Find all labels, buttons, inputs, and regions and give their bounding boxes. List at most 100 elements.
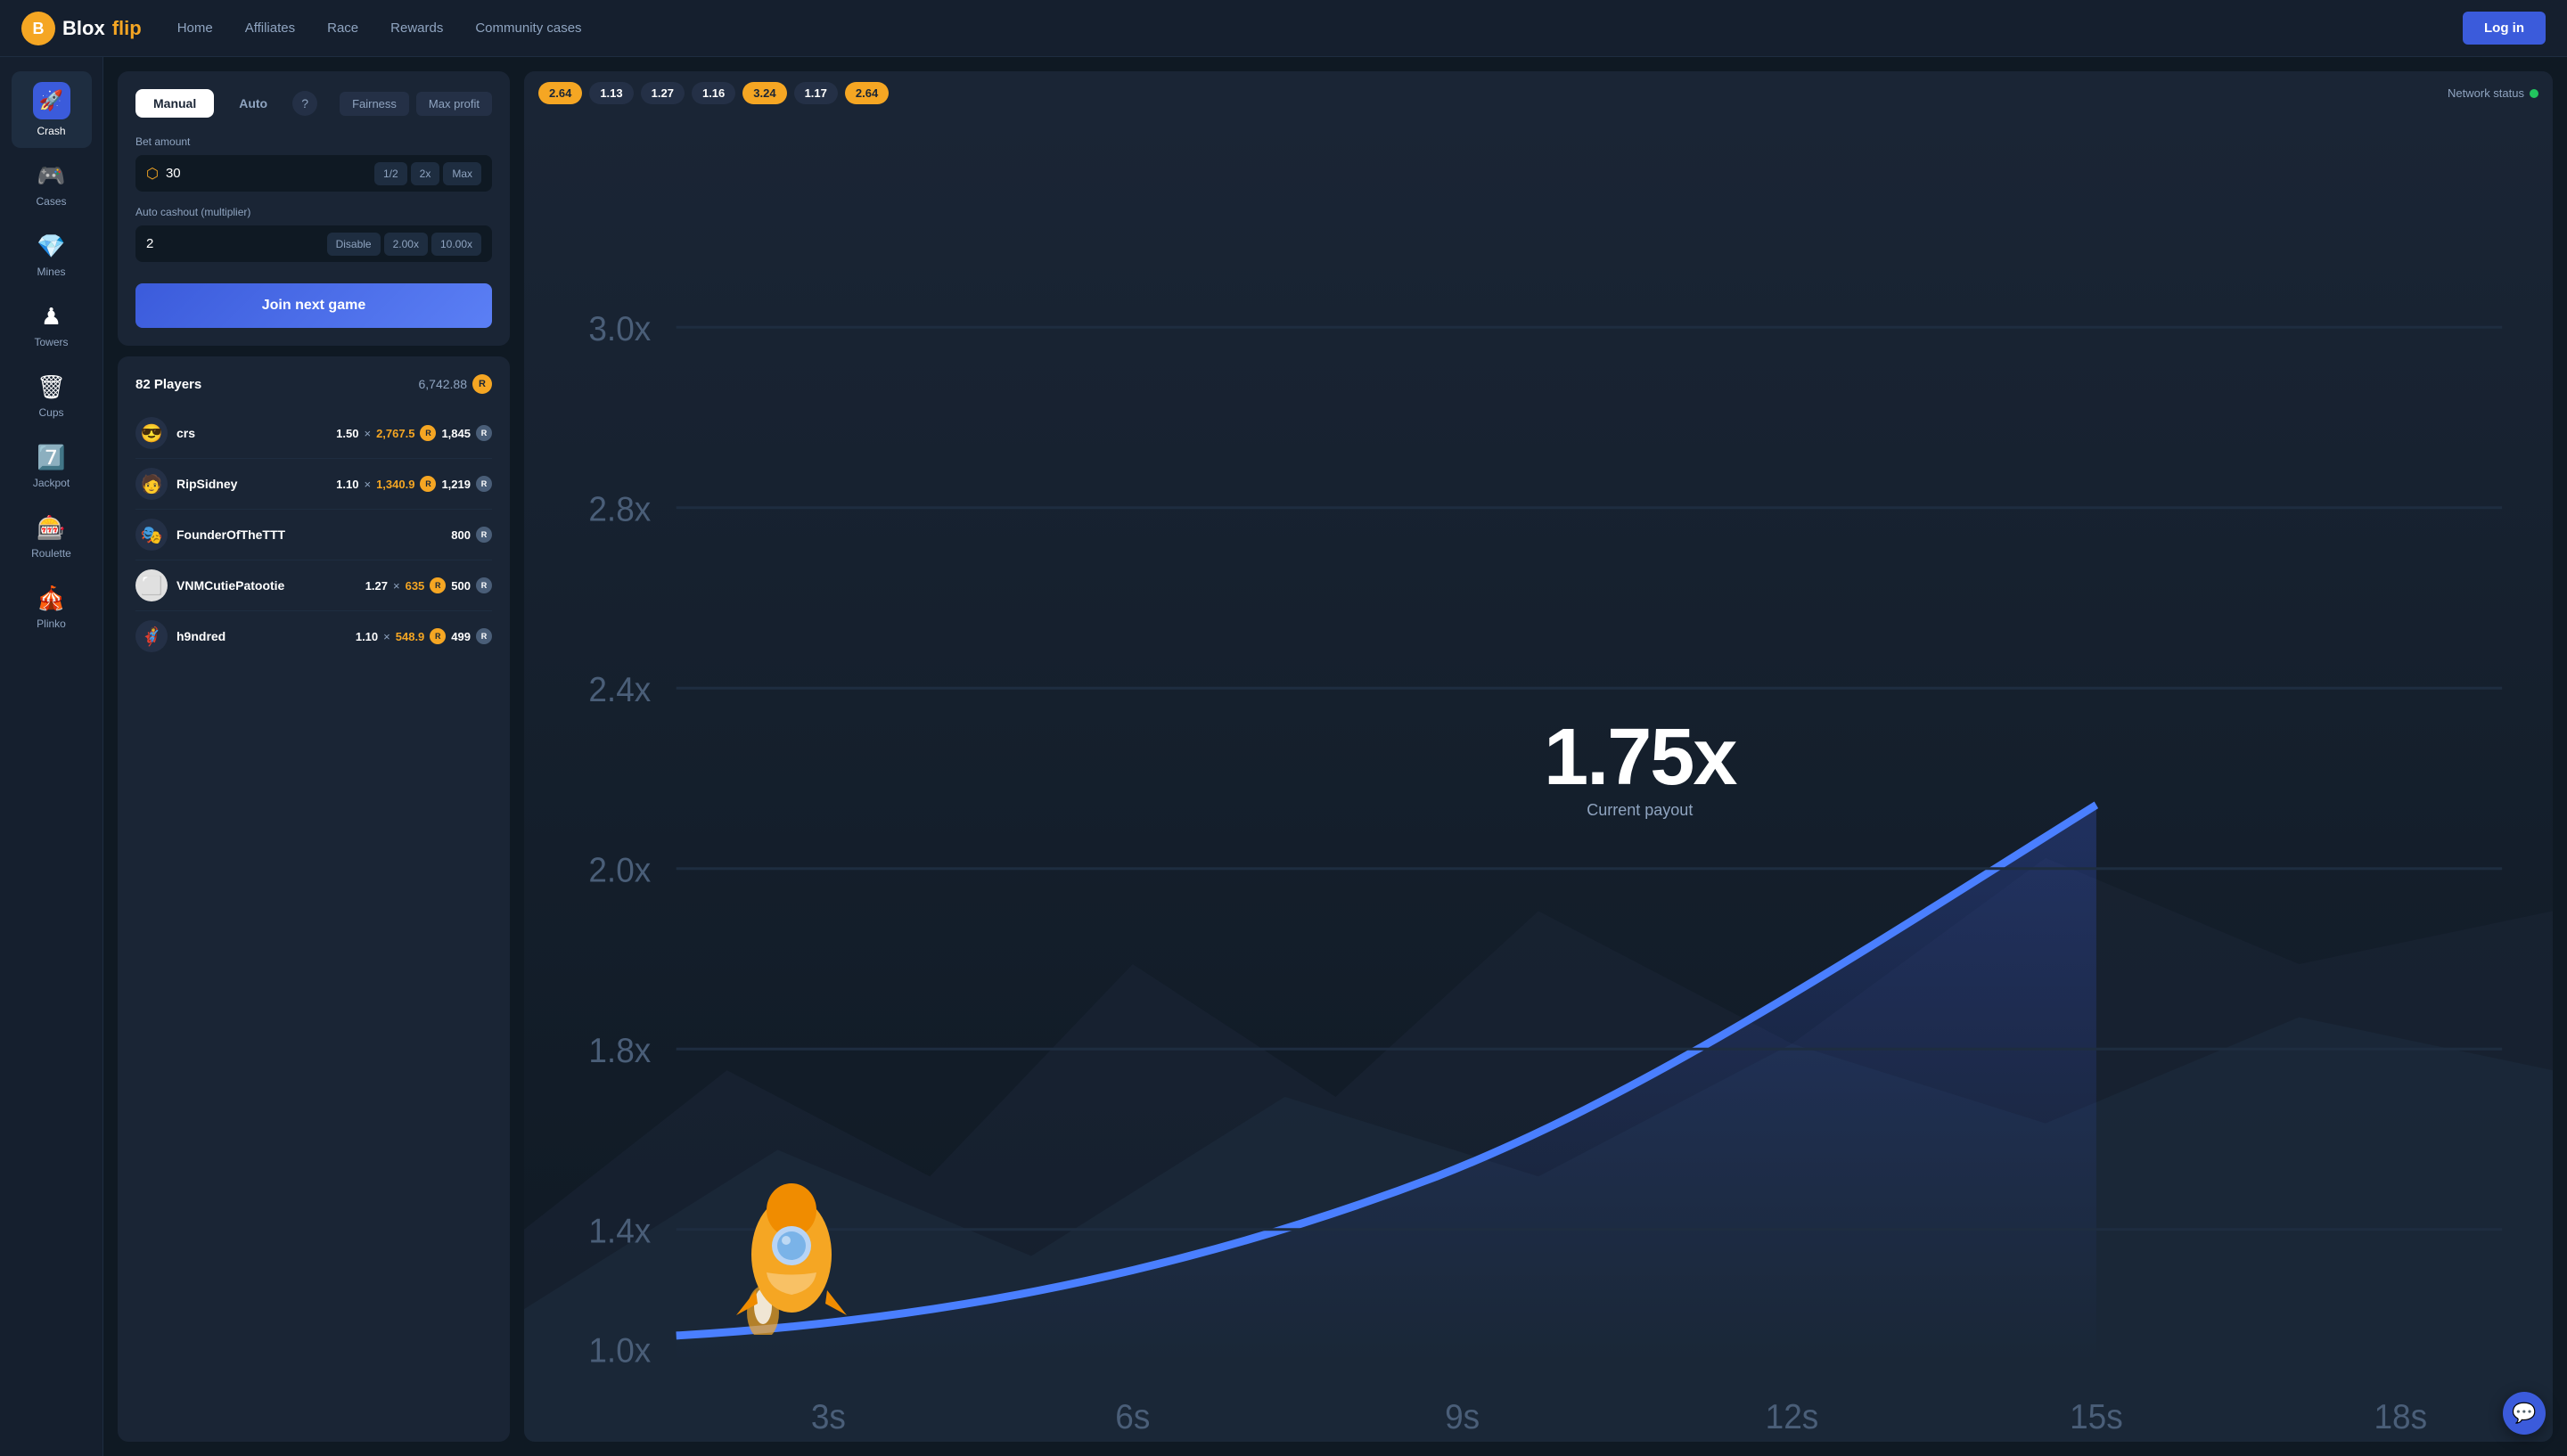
player-row-4: 🦸 h9ndred 1.10 × 548.9 R 499 R	[135, 611, 492, 661]
sidebar-item-crash[interactable]: 🚀 Crash	[12, 71, 92, 148]
rocket-wrap	[702, 1174, 863, 1335]
cases-icon: 🎮	[37, 162, 65, 190]
player-bet-2: 800	[451, 528, 471, 542]
double-btn[interactable]: 2x	[411, 162, 440, 185]
robux-bet-1: R	[476, 476, 492, 492]
payout-value: 1.75x	[1544, 717, 1735, 798]
player-bet-1: 1,219	[441, 478, 471, 491]
bet-amount-actions: 1/2 2x Max	[374, 162, 481, 185]
player-avatar-3: ⬜	[135, 569, 168, 601]
sidebar-item-roulette[interactable]: 🎰 Roulette	[12, 503, 92, 570]
hist-badge-6: 2.64	[845, 82, 889, 104]
game-panel: 2.64 1.13 1.27 1.16 3.24 1.17 2.64 Netwo…	[524, 71, 2553, 1442]
robux-icon-total: R	[472, 374, 492, 394]
sidebar-label-towers: Towers	[34, 336, 68, 348]
nav-rewards[interactable]: Rewards	[390, 20, 443, 36]
player-bet-4: 499	[451, 630, 471, 643]
robux-bet-2: R	[476, 527, 492, 543]
tab-auto[interactable]: Auto	[221, 89, 285, 118]
svg-text:B: B	[33, 20, 45, 37]
player-avatar-4: 🦸	[135, 620, 168, 652]
sidebar-label-roulette: Roulette	[31, 547, 71, 560]
logo-flip: flip	[112, 17, 142, 40]
sidebar-item-plinko[interactable]: 🎪 Plinko	[12, 574, 92, 641]
hist-badge-5: 1.17	[794, 82, 838, 104]
robux-cashout-4: R	[430, 628, 446, 644]
player-name-0: crs	[176, 426, 327, 440]
svg-text:1.0x: 1.0x	[588, 1332, 651, 1370]
plinko-icon: 🎪	[37, 585, 65, 612]
nav-affiliates[interactable]: Affiliates	[245, 20, 295, 36]
sidebar-label-crash: Crash	[37, 125, 65, 137]
nav-race[interactable]: Race	[327, 20, 358, 36]
crash-icon: 🚀	[33, 82, 70, 119]
logo[interactable]: B Blox flip	[21, 12, 142, 45]
autocashout-input[interactable]	[146, 225, 327, 262]
logo-blox: Blox	[62, 17, 105, 40]
nav-links: Home Affiliates Race Rewards Community c…	[177, 20, 2427, 36]
player-cashout-4: 548.9	[396, 630, 425, 643]
robux-icon-bet: ⬡	[146, 165, 159, 183]
cashout-2x-btn[interactable]: 2.00x	[384, 233, 428, 256]
robux-cashout-0: R	[420, 425, 436, 441]
cashout-10x-btn[interactable]: 10.00x	[431, 233, 481, 256]
disable-btn[interactable]: Disable	[327, 233, 381, 256]
robux-cashout-1: R	[420, 476, 436, 492]
player-avatar-2: 🎭	[135, 519, 168, 551]
player-stats-1: 1.10 × 1,340.9 R 1,219 R	[336, 476, 492, 492]
player-bet-0: 1,845	[441, 427, 471, 440]
max-btn[interactable]: Max	[443, 162, 481, 185]
autocashout-actions: Disable 2.00x 10.00x	[327, 233, 481, 256]
robux-bet-4: R	[476, 628, 492, 644]
svg-text:6s: 6s	[1115, 1398, 1150, 1436]
bet-amount-input[interactable]	[166, 155, 374, 192]
svg-text:3s: 3s	[811, 1398, 846, 1436]
player-multiplier-1: 1.10	[336, 478, 358, 491]
bet-tabs: Manual Auto ? Fairness Max profit	[135, 89, 492, 118]
svg-text:18s: 18s	[2374, 1398, 2427, 1436]
jackpot-icon: 7️⃣	[37, 444, 65, 471]
roulette-icon: 🎰	[37, 514, 65, 542]
login-button[interactable]: Log in	[2463, 12, 2546, 45]
hist-badge-3: 1.16	[692, 82, 735, 104]
tab-manual[interactable]: Manual	[135, 89, 214, 118]
sidebar-item-cups[interactable]: 🗑 Cups	[12, 363, 92, 429]
fairness-button[interactable]: Fairness	[340, 92, 409, 116]
player-stats-0: 1.50 × 2,767.5 R 1,845 R	[336, 425, 492, 441]
network-status-label: Network status	[2448, 86, 2524, 100]
sidebar-label-cases: Cases	[36, 195, 66, 208]
robux-bet-0: R	[476, 425, 492, 441]
hist-badge-0: 2.64	[538, 82, 582, 104]
join-next-game-button[interactable]: Join next game	[135, 283, 492, 328]
sidebar-item-jackpot[interactable]: 7️⃣ Jackpot	[12, 433, 92, 500]
navbar: B Blox flip Home Affiliates Race Rewards …	[0, 0, 2567, 57]
players-header: 82 Players 6,742.88 R	[135, 374, 492, 394]
autocashout-input-row: Disable 2.00x 10.00x	[135, 225, 492, 262]
svg-text:1.4x: 1.4x	[588, 1213, 651, 1251]
content-area: Manual Auto ? Fairness Max profit Bet am…	[103, 57, 2567, 1456]
player-cashout-0: 2,767.5	[376, 427, 414, 440]
robux-bet-3: R	[476, 577, 492, 593]
player-bet-3: 500	[451, 579, 471, 593]
player-name-1: RipSidney	[176, 477, 327, 491]
extra-buttons: Fairness Max profit	[340, 92, 492, 116]
players-count: 82 Players	[135, 377, 201, 392]
payout-display: 1.75x Current payout	[1544, 717, 1735, 820]
nav-home[interactable]: Home	[177, 20, 213, 36]
players-panel: 82 Players 6,742.88 R 😎 crs 1.50 × 2,767…	[118, 356, 510, 1442]
sidebar-item-mines[interactable]: 💎 Mines	[12, 222, 92, 289]
sidebar-item-cases[interactable]: 🎮 Cases	[12, 151, 92, 218]
robux-cashout-3: R	[430, 577, 446, 593]
max-profit-button[interactable]: Max profit	[416, 92, 492, 116]
player-avatar-1: 🧑	[135, 468, 168, 500]
nav-community-cases[interactable]: Community cases	[475, 20, 581, 36]
player-name-3: VNMCutiePatootie	[176, 578, 357, 593]
game-canvas: 3.0x 2.8x 2.4x 2.0x 1.8x 1.4x 1.0x 3s 6s…	[524, 115, 2553, 1442]
chat-button[interactable]: 💬	[2503, 1392, 2546, 1435]
help-button[interactable]: ?	[292, 91, 317, 116]
sidebar-item-towers[interactable]: ♟ Towers	[12, 292, 92, 359]
main-layout: 🚀 Crash 🎮 Cases 💎 Mines ♟ Towers 🗑 Cups …	[0, 57, 2567, 1456]
half-btn[interactable]: 1/2	[374, 162, 407, 185]
player-stats-4: 1.10 × 548.9 R 499 R	[356, 628, 492, 644]
left-panel: Manual Auto ? Fairness Max profit Bet am…	[118, 71, 510, 1442]
